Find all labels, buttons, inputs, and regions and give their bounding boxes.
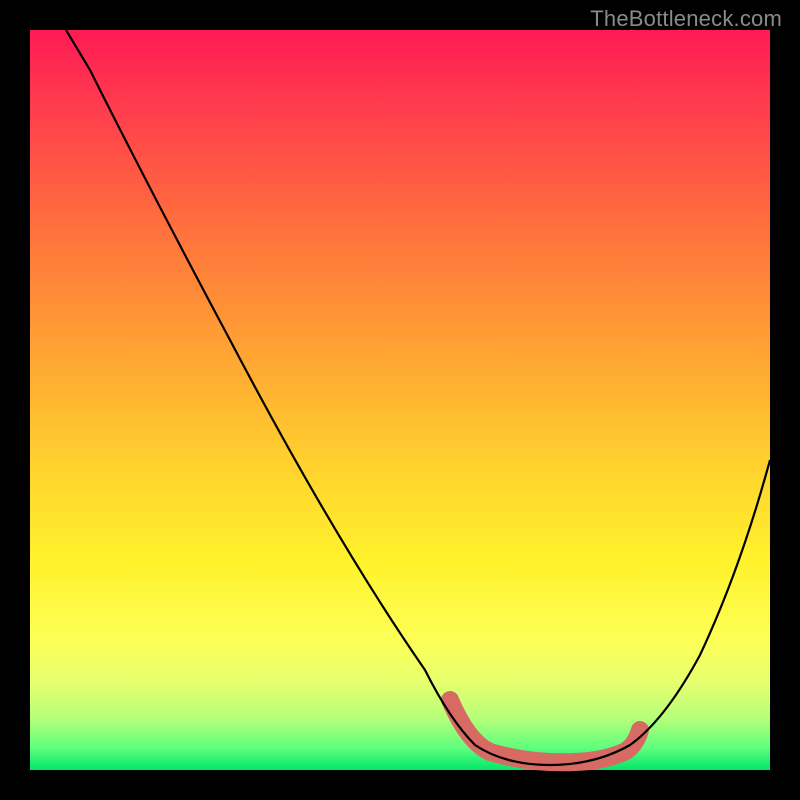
- curve-svg: [30, 30, 770, 770]
- chart-frame: TheBottleneck.com: [0, 0, 800, 800]
- bottleneck-curve-line: [66, 30, 770, 765]
- watermark-text: TheBottleneck.com: [590, 6, 782, 32]
- plot-area: [30, 30, 770, 770]
